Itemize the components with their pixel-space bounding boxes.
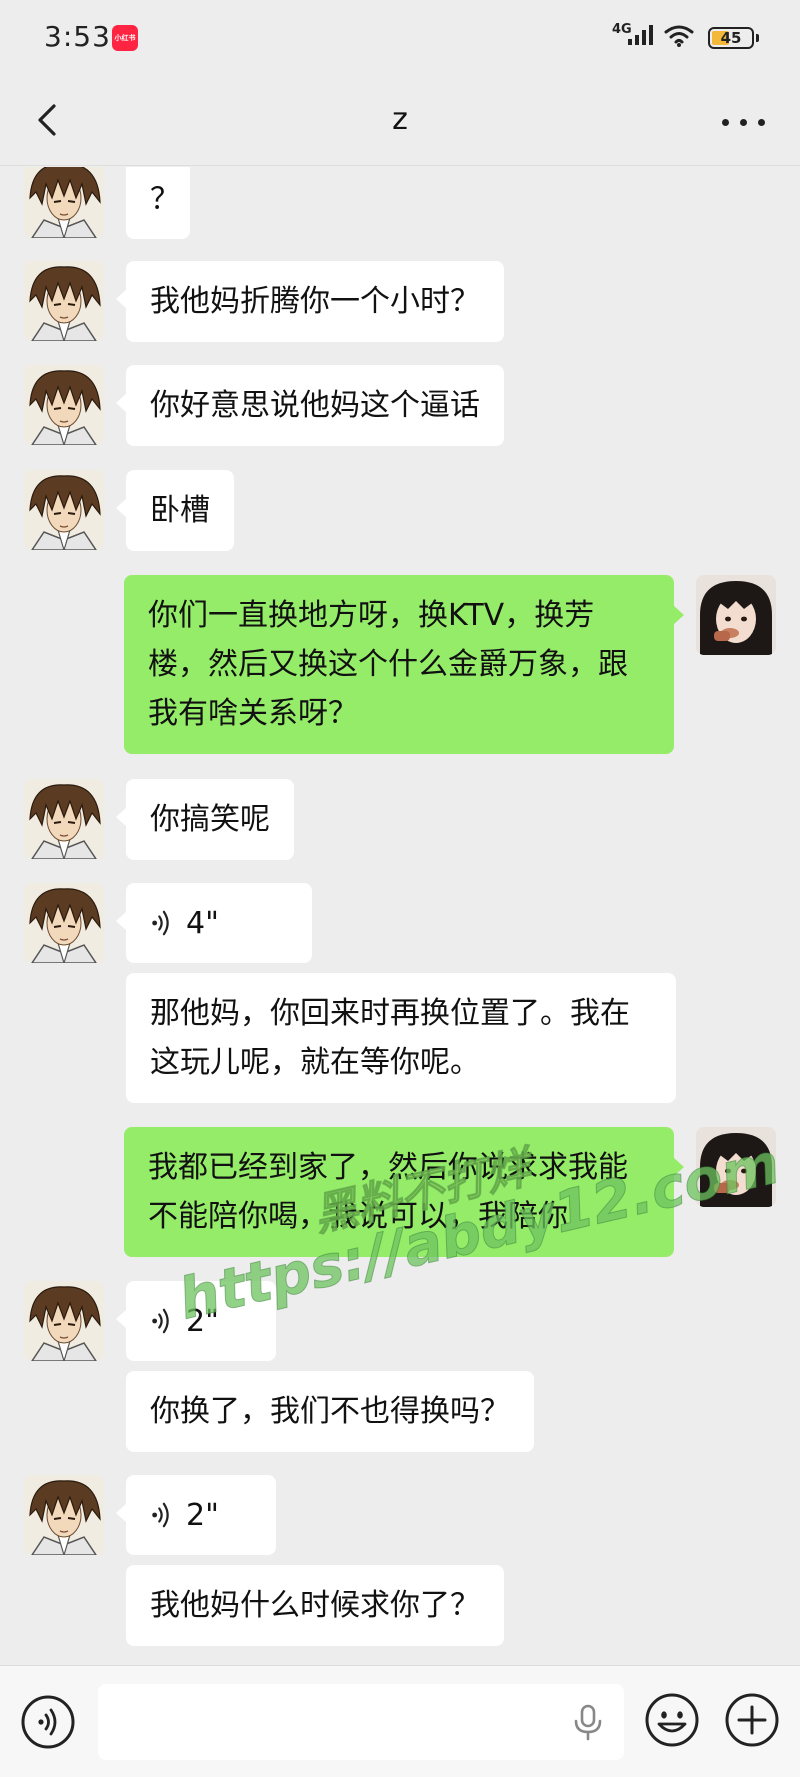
message-bubble[interactable]: 我他妈折腾你一个小时？ xyxy=(116,261,504,342)
contact-avatar[interactable] xyxy=(24,470,104,550)
message-bubble[interactable]: 你好意思说他妈这个逼话 xyxy=(116,365,504,446)
contact-avatar[interactable] xyxy=(24,365,104,445)
message-text: ？ xyxy=(150,182,180,217)
voice-duration: 2" xyxy=(186,1497,219,1533)
message-bubble[interactable]: 卧槽 xyxy=(116,470,234,551)
voice-transcript[interactable]: 那他妈，你回来时再换位置了。我在这玩儿呢，就在等你呢。 xyxy=(126,973,676,1103)
status-time: 3:53 xyxy=(44,20,111,53)
battery-level: 45 xyxy=(720,29,742,47)
message-bubble-outgoing[interactable]: 你们一直换地方呀，换KTV，换芳楼，然后又换这个什么金爵万象，跟我有啥关系呀？ xyxy=(124,575,684,754)
chat-header: z xyxy=(0,78,800,166)
voice-message-bubble[interactable]: 2" xyxy=(116,1475,276,1555)
my-avatar[interactable] xyxy=(696,575,776,655)
message-text: 你们一直换地方呀，换KTV，换芳楼，然后又换这个什么金爵万象，跟我有啥关系呀？ xyxy=(148,598,628,731)
voice-transcript[interactable]: 你换了，我们不也得换吗？ xyxy=(126,1371,534,1452)
input-bar xyxy=(0,1665,800,1777)
voice-mode-icon[interactable] xyxy=(20,1694,76,1750)
message-text: 你搞笑呢 xyxy=(150,802,270,837)
voice-wave-icon xyxy=(150,908,176,938)
voice-duration: 2" xyxy=(186,1303,219,1339)
battery-icon: 45 xyxy=(708,27,754,49)
transcript-text: 那他妈，你回来时再换位置了。我在这玩儿呢，就在等你呢。 xyxy=(150,996,630,1080)
message-list[interactable]: ？ 我他妈折腾你一个小时？ 你好意思说他妈这个逼话 卧槽 你们一直换地方呀，换K… xyxy=(0,167,800,1665)
my-avatar[interactable] xyxy=(696,1127,776,1207)
transcript-text: 我他妈什么时候求你了？ xyxy=(150,1588,480,1623)
status-bar: 3:53 小红书 4G 45 xyxy=(0,0,800,78)
contact-avatar[interactable] xyxy=(24,261,104,341)
voice-wave-icon xyxy=(150,1500,176,1530)
message-text: 卧槽 xyxy=(150,493,210,528)
microphone-icon[interactable] xyxy=(568,1702,608,1742)
signal-icon xyxy=(628,25,653,45)
plus-icon[interactable] xyxy=(724,1692,780,1748)
xiaohongshu-app-icon: 小红书 xyxy=(112,25,138,51)
voice-wave-icon xyxy=(150,1306,176,1336)
contact-avatar[interactable] xyxy=(24,779,104,859)
message-bubble[interactable]: 你搞笑呢 xyxy=(116,779,294,860)
emoji-icon[interactable] xyxy=(644,1692,700,1748)
message-text: 你好意思说他妈这个逼话 xyxy=(150,388,480,423)
voice-message-bubble[interactable]: 4" xyxy=(116,883,312,963)
contact-avatar[interactable] xyxy=(24,1281,104,1361)
message-bubble[interactable]: ？ xyxy=(126,167,190,239)
voice-transcript[interactable]: 我他妈什么时候求你了？ xyxy=(126,1565,504,1646)
contact-avatar[interactable] xyxy=(24,883,104,963)
wifi-icon xyxy=(664,25,694,47)
message-text: 我他妈折腾你一个小时？ xyxy=(150,284,480,319)
chat-title: z xyxy=(392,102,408,137)
message-bubble-outgoing[interactable]: 我都已经到家了，然后你说求求我能不能陪你喝，我说可以，我陪你 xyxy=(124,1127,684,1257)
transcript-text: 你换了，我们不也得换吗？ xyxy=(150,1394,510,1429)
contact-avatar[interactable] xyxy=(24,1475,104,1555)
voice-duration: 4" xyxy=(186,905,219,941)
more-horizontal-icon[interactable] xyxy=(716,102,770,142)
message-input[interactable] xyxy=(98,1684,624,1760)
voice-message-bubble[interactable]: 2" xyxy=(116,1281,276,1361)
message-text: 我都已经到家了，然后你说求求我能不能陪你喝，我说可以，我陪你 xyxy=(148,1150,628,1234)
contact-avatar[interactable] xyxy=(24,167,104,238)
